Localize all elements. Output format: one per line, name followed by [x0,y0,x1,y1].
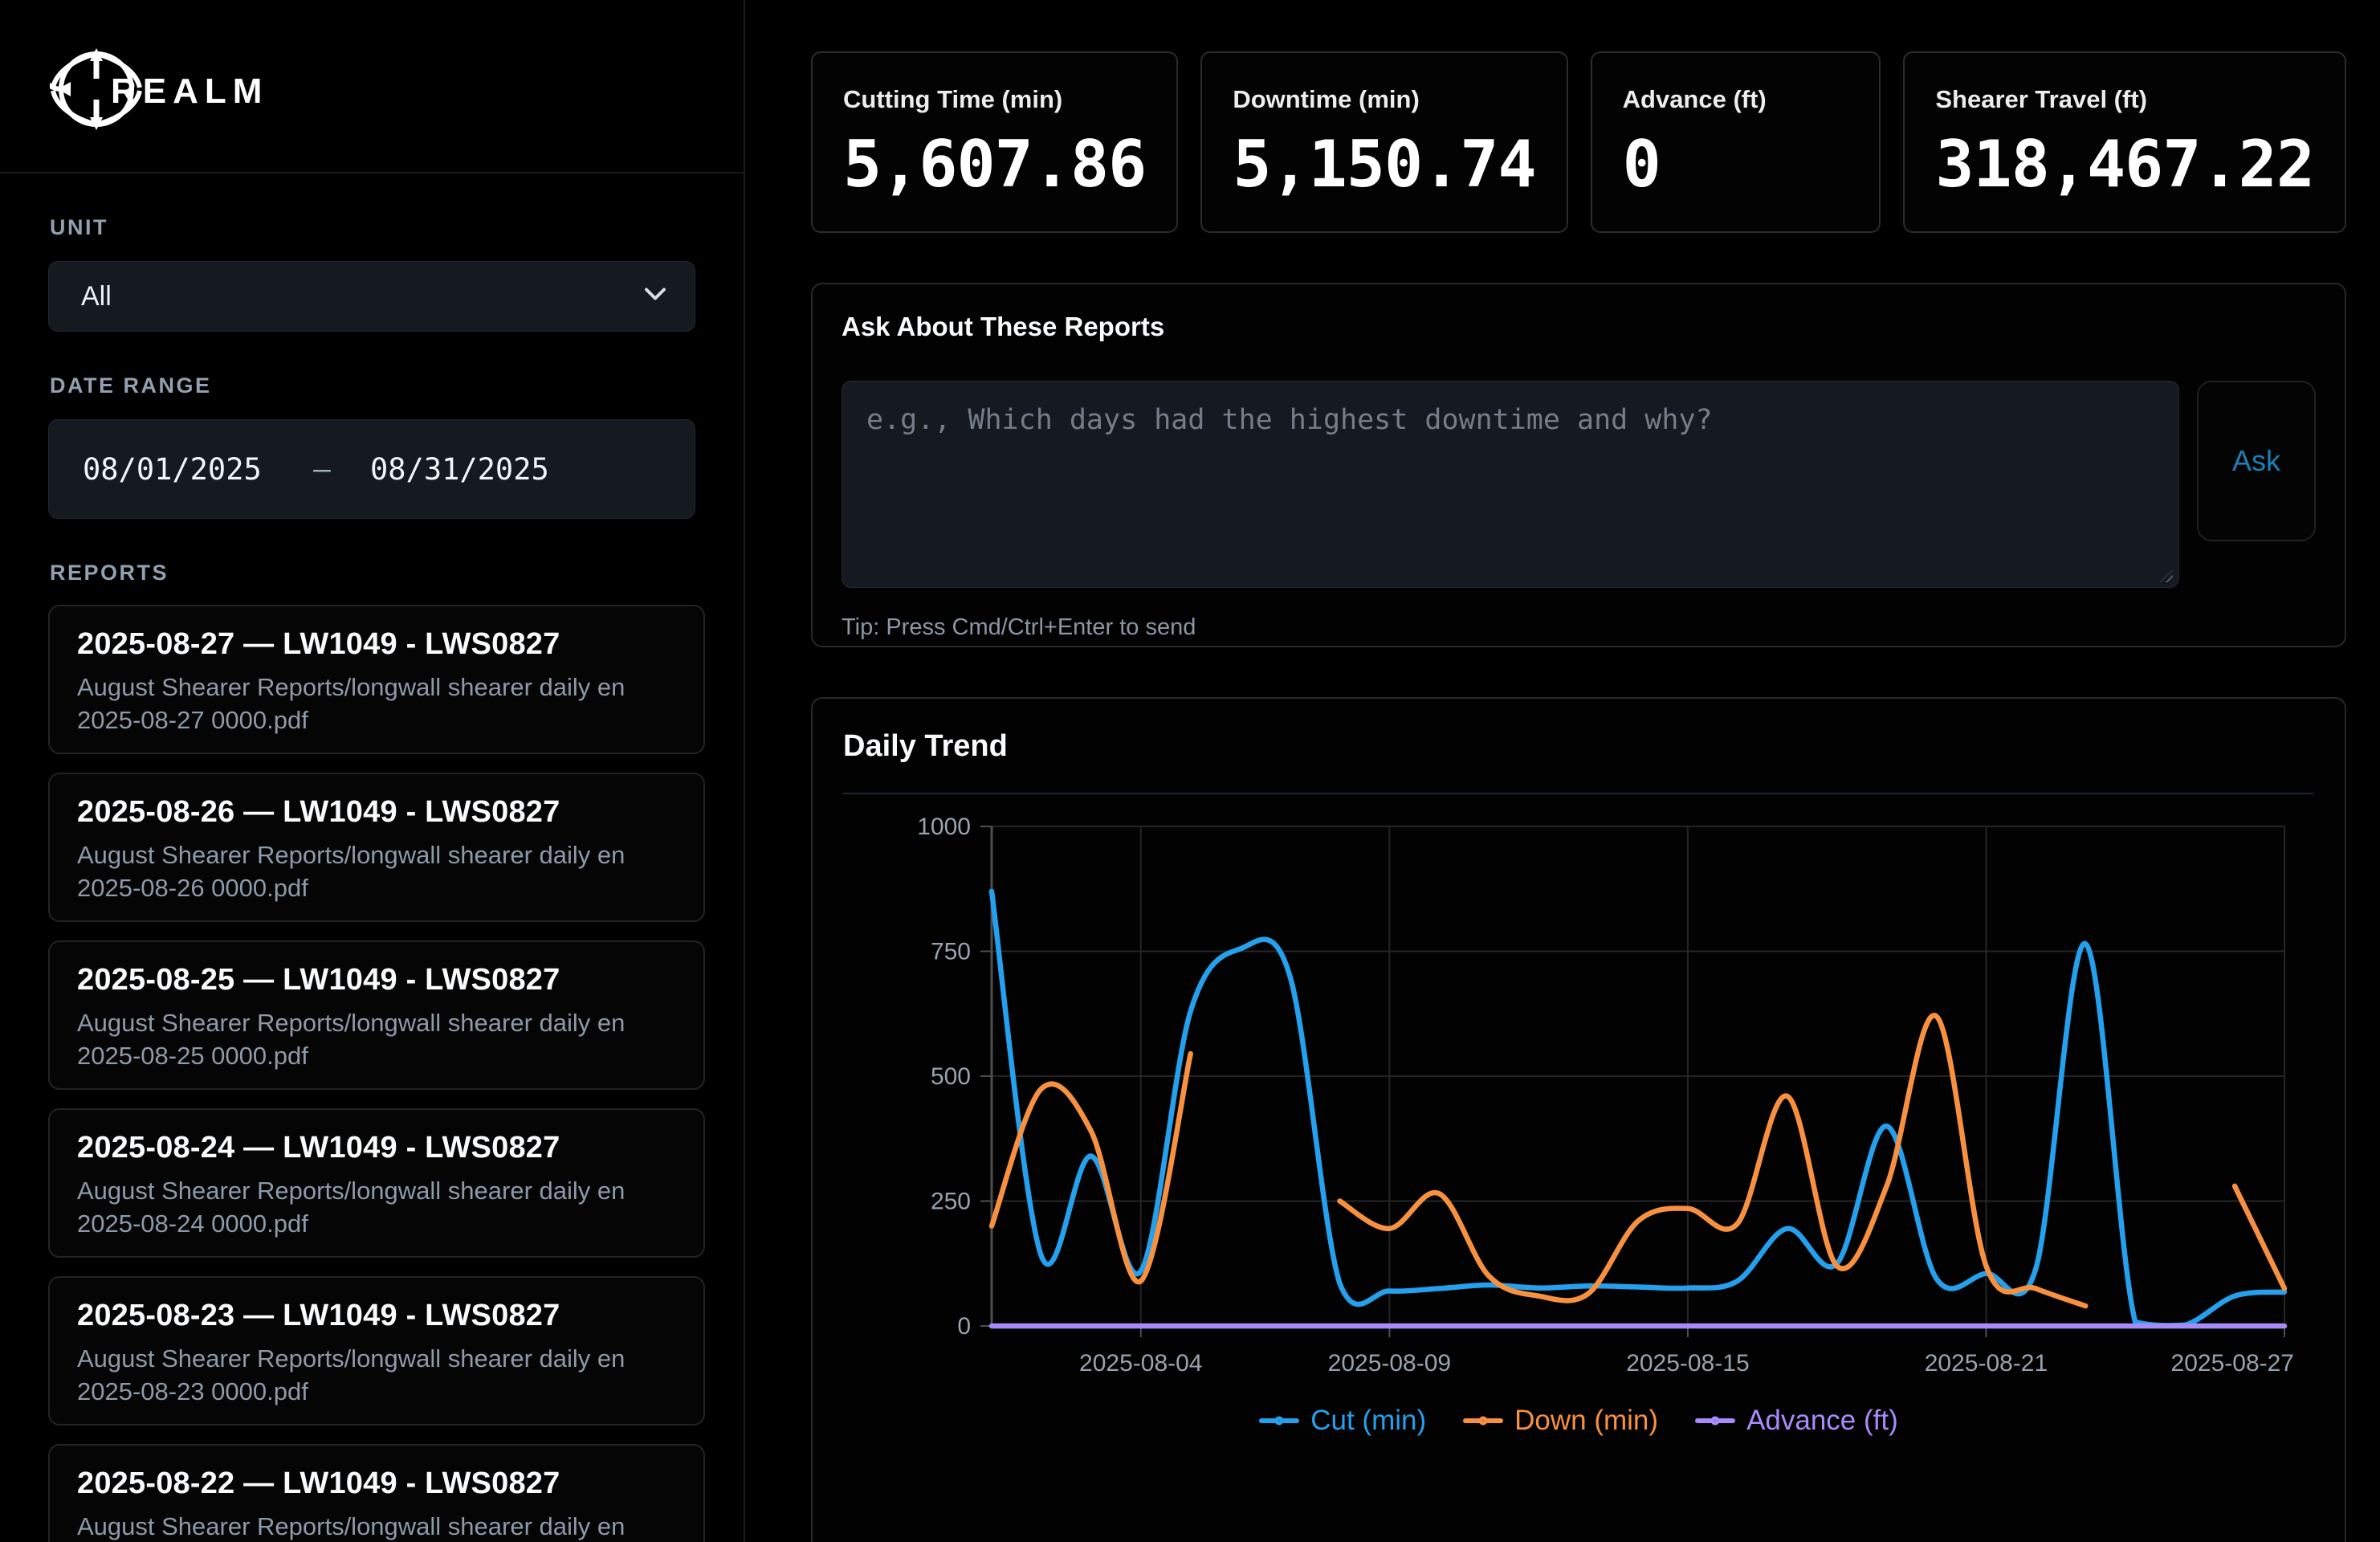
report-file-path: August Shearer Reports/longwall shearer … [77,1343,676,1409]
report-file-path: August Shearer Reports/longwall shearer … [77,671,676,737]
stat-card: Shearer Travel (ft) 318,467.22 [1903,51,2346,233]
chart-legend: Cut (min) Down (min) Advance (ft) [813,1405,2345,1437]
stat-card: Downtime (min) 5,150.74 [1200,51,1567,233]
reports-label: REPORTS [50,561,744,585]
y-tick-label: 0 [957,1313,971,1340]
stat-card: Advance (ft) 0 [1591,51,1881,233]
y-tick-label: 250 [931,1189,971,1215]
legend-label: Cut (min) [1310,1405,1426,1437]
series-line-cut-min- [992,891,2284,1326]
ask-input-row: Ask [842,381,2316,592]
report-list-item[interactable]: 2025-08-26 — LW1049 - LWS0827 August Shea… [48,773,705,922]
stat-value: 318,467.22 [1935,127,2314,202]
x-tick-label: 2025-08-15 [1626,1350,1749,1377]
stat-label: Downtime (min) [1233,85,1535,114]
report-title: 2025-08-24 — LW1049 - LWS0827 [77,1131,676,1165]
report-list-item[interactable]: 2025-08-22 — LW1049 - LWS0827 August Shea… [48,1444,705,1542]
chevron-down-icon [643,287,667,307]
legend-item-down-min-[interactable]: Down (min) [1463,1405,1658,1437]
date-to-input[interactable]: 08/31/2025 [370,452,561,487]
y-tick-label: 500 [931,1063,971,1090]
legend-item-cut-min-[interactable]: Cut (min) [1259,1405,1426,1437]
report-title: 2025-08-25 — LW1049 - LWS0827 [77,963,676,997]
stats-row: Cutting Time (min) 5,607.86 Downtime (min)… [811,51,2346,233]
main-content: Cutting Time (min) 5,607.86 Downtime (min)… [811,0,2346,1542]
date-from-input[interactable]: 08/01/2025 [83,452,274,487]
svg-text:REALM: REALM [111,71,267,111]
report-file-path: August Shearer Reports/longwall shearer … [77,839,676,905]
daily-trend-panel: Daily Trend 0 250 500 750 1000 2025-08-04 2025… [811,697,2346,1542]
ask-question-textarea[interactable] [842,381,2179,588]
legend-label: Advance (ft) [1746,1405,1898,1437]
stat-label: Shearer Travel (ft) [1935,85,2314,114]
ask-panel: Ask About These Reports Ask Tip: Press C… [811,283,2346,647]
report-list-item[interactable]: 2025-08-23 — LW1049 - LWS0827 August Shea… [48,1276,705,1426]
stat-card: Cutting Time (min) 5,607.86 [811,51,1178,233]
ask-button[interactable]: Ask [2197,381,2316,541]
stat-value: 5,150.74 [1233,127,1535,202]
reports-list: 2025-08-27 — LW1049 - LWS0827 August Shea… [48,605,705,1542]
date-range-picker: 08/01/2025 – 08/31/2025 [48,419,695,519]
ask-tip-text: Tip: Press Cmd/Ctrl+Enter to send [842,614,2316,641]
sidebar-divider [0,172,744,173]
ask-panel-title: Ask About These Reports [842,312,2316,342]
report-title: 2025-08-23 — LW1049 - LWS0827 [77,1299,676,1333]
legend-line-point-icon [1259,1412,1299,1430]
legend-item-advance-ft-[interactable]: Advance (ft) [1695,1405,1898,1437]
report-title: 2025-08-26 — LW1049 - LWS0827 [77,795,676,830]
legend-line-point-icon [1463,1412,1503,1430]
series-line-down-min- [1339,1015,2085,1306]
app-root: REALM UNIT All DATE RANGE 08/01/2025 – 0… [0,0,2380,1542]
legend-line-point-icon [1695,1412,1735,1430]
x-tick-label: 2025-08-04 [1079,1350,1202,1377]
realm-globe-icon: REALM [50,37,267,141]
unit-select-value: All [81,281,112,312]
stat-label: Cutting Time (min) [843,85,1146,114]
y-tick-label: 750 [931,939,971,965]
stat-label: Advance (ft) [1623,85,1849,114]
daily-trend-title: Daily Trend [843,729,2345,764]
x-tick-label: 2025-08-09 [1328,1350,1451,1377]
ask-textarea-wrap [842,381,2179,592]
report-list-item[interactable]: 2025-08-24 — LW1049 - LWS0827 August Shea… [48,1108,705,1258]
report-title: 2025-08-22 — LW1049 - LWS0827 [77,1467,676,1501]
date-range-label: DATE RANGE [50,373,744,398]
stat-value: 5,607.86 [843,127,1146,202]
report-list-item[interactable]: 2025-08-27 — LW1049 - LWS0827 August Shea… [48,605,705,754]
date-range-separator: – [274,453,370,486]
unit-label: UNIT [50,215,744,240]
sidebar: REALM UNIT All DATE RANGE 08/01/2025 – 0… [0,0,745,1542]
report-file-path: August Shearer Reports/longwall shearer … [77,1007,676,1073]
legend-label: Down (min) [1514,1405,1658,1437]
report-title: 2025-08-27 — LW1049 - LWS0827 [77,627,676,662]
x-tick-label: 2025-08-21 [1925,1350,2048,1377]
report-file-path: August Shearer Reports/longwall shearer … [77,1175,676,1241]
stat-value: 0 [1623,127,1849,202]
report-file-path: August Shearer Reports/longwall shearer … [77,1511,676,1542]
x-tick-label: 2025-08-27 [2171,1350,2294,1377]
report-list-item[interactable]: 2025-08-25 — LW1049 - LWS0827 August Shea… [48,940,705,1090]
unit-select[interactable]: All [48,261,695,332]
daily-trend-chart: 0 250 500 750 1000 2025-08-04 2025-08-09 2025-0… [813,794,2348,1403]
y-tick-label: 1000 [917,814,971,840]
brand-logo: REALM [0,0,744,172]
